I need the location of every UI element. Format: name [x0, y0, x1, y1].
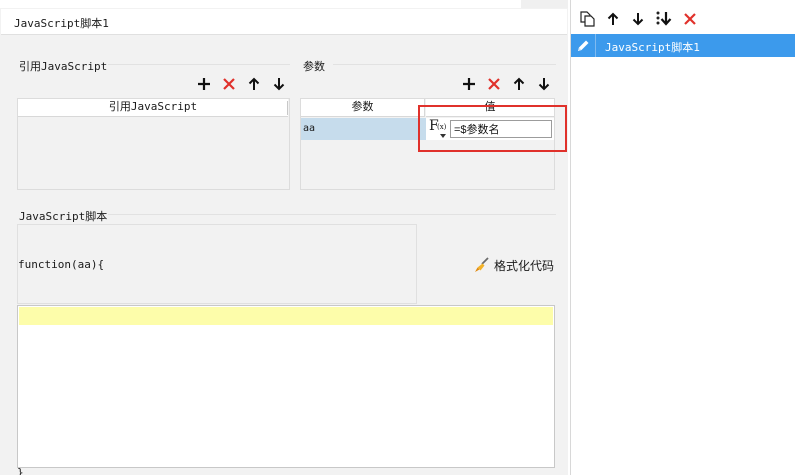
reference-move-up-button[interactable] — [245, 75, 263, 93]
plus-icon — [463, 78, 475, 90]
arrow-up-icon — [248, 77, 260, 90]
tab-strip-filler — [521, 0, 568, 8]
edit-cell[interactable] — [571, 34, 596, 57]
delete-button[interactable] — [681, 10, 699, 28]
script-section-title: JavaScript脚本 — [19, 210, 108, 223]
copy-icon — [580, 11, 595, 27]
code-editor[interactable] — [17, 305, 555, 468]
pencil-icon — [578, 40, 589, 51]
arrow-down-icon — [538, 78, 550, 91]
reference-divider — [108, 64, 290, 65]
move-bottom-icon — [656, 11, 672, 26]
arrow-down-icon — [273, 78, 285, 91]
broom-icon — [475, 257, 489, 272]
arrow-down-icon — [632, 13, 644, 26]
script-list-item-label: JavaScript脚本1 — [605, 41, 700, 54]
arrow-up-icon — [513, 77, 525, 90]
params-move-up-button[interactable] — [510, 75, 528, 93]
code-current-line — [19, 307, 553, 325]
reference-delete-button[interactable] — [220, 75, 238, 93]
move-to-bottom-button[interactable] — [654, 10, 674, 28]
script-divider — [108, 214, 556, 215]
params-move-down-button[interactable] — [535, 75, 553, 93]
params-divider — [333, 64, 556, 65]
format-code-button[interactable]: 格式化代码 — [474, 256, 554, 274]
reference-move-down-button[interactable] — [270, 75, 288, 93]
copy-button[interactable] — [578, 10, 596, 28]
params-delete-button[interactable] — [485, 75, 503, 93]
delete-x-icon — [223, 78, 235, 90]
params-add-button[interactable] — [460, 75, 478, 93]
delete-x-icon — [488, 78, 500, 90]
closing-brace: } — [17, 466, 24, 475]
arrow-up-icon — [607, 12, 619, 25]
table-row[interactable]: aa — [301, 118, 426, 140]
tab-title: JavaScript脚本1 — [14, 17, 109, 30]
plus-icon — [198, 78, 210, 90]
param-name-cell: aa — [303, 123, 316, 134]
reference-add-button[interactable] — [195, 75, 213, 93]
highlight-box — [418, 105, 567, 152]
column-resize-handle[interactable] — [287, 101, 288, 115]
move-up-button[interactable] — [604, 10, 622, 28]
params-section-title: 参数 — [303, 60, 325, 73]
reference-section-title: 引用JavaScript — [19, 60, 108, 73]
reference-column-header[interactable]: 引用JavaScript — [18, 99, 288, 117]
move-down-button[interactable] — [629, 10, 647, 28]
function-signature: function(aa){ — [18, 258, 105, 271]
script-list-panel — [570, 0, 806, 475]
params-name-column-header[interactable]: 参数 — [301, 99, 425, 117]
delete-x-icon — [684, 13, 696, 25]
top-strip — [0, 0, 568, 8]
format-code-label: 格式化代码 — [494, 258, 555, 273]
